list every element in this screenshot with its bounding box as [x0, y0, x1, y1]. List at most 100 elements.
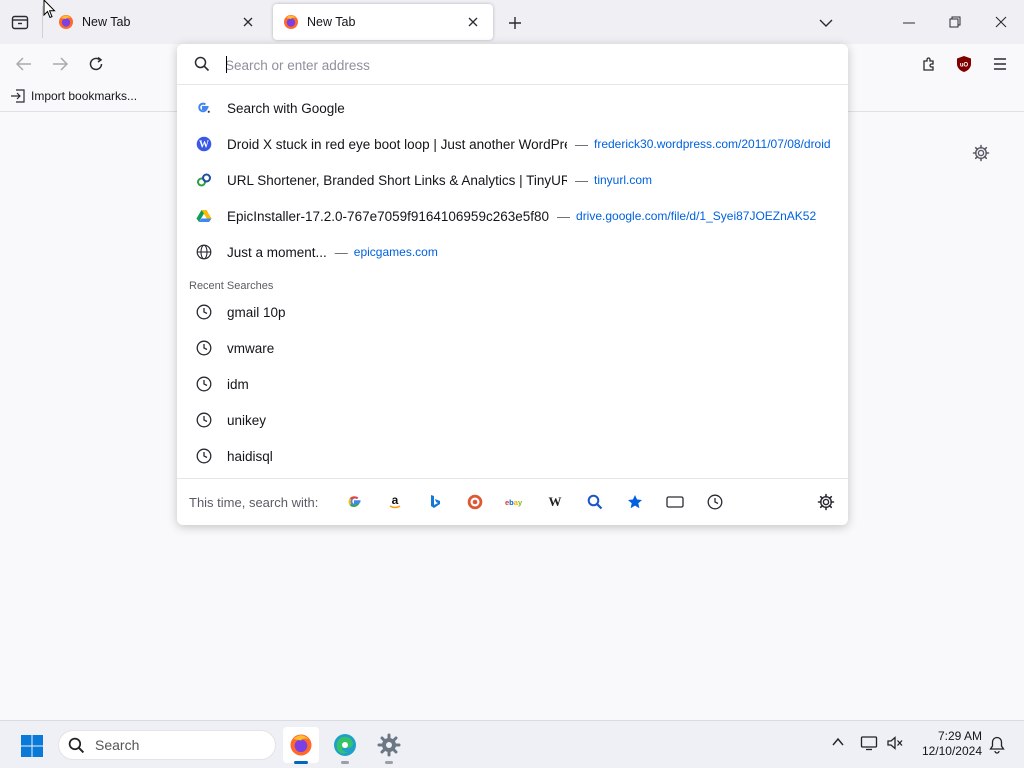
history-clock-icon	[195, 447, 213, 465]
suggestion-url: drive.google.com/file/d/1_Syei87JOEZnAK5…	[576, 209, 817, 223]
ebay-icon[interactable]: ebay	[505, 492, 525, 512]
chevron-down-icon	[819, 19, 833, 27]
svg-text:a: a	[392, 494, 399, 507]
tab-new-tab-2[interactable]: New Tab	[273, 4, 493, 40]
taskbar-search-box[interactable]: Search	[58, 730, 276, 760]
reload-button[interactable]	[82, 50, 110, 78]
duckduckgo-icon[interactable]	[465, 492, 485, 512]
settings-gear-icon	[377, 733, 401, 757]
taskbar-search-label: Search	[95, 737, 140, 753]
firefox-view-icon	[11, 15, 29, 30]
mouse-cursor-icon	[43, 0, 56, 19]
import-icon	[11, 89, 25, 103]
text-caret	[226, 56, 227, 73]
search-icon	[68, 737, 85, 753]
ublock-origin-button[interactable]: uO	[950, 50, 978, 78]
recent-search-label: gmail 10p	[227, 304, 286, 320]
taskbar-settings[interactable]	[371, 727, 407, 764]
amazon-icon[interactable]: a	[385, 492, 405, 512]
import-bookmarks-button[interactable]: Import bookmarks...	[10, 89, 137, 103]
suggestion-url: epicgames.com	[353, 245, 438, 259]
history-icon[interactable]	[705, 492, 725, 512]
svg-text:W: W	[199, 140, 209, 151]
clock-time: 7:29 AM	[937, 729, 982, 743]
svg-text:W: W	[549, 495, 562, 509]
suggestion-url: tinyurl.com	[594, 173, 653, 187]
back-button[interactable]	[10, 50, 38, 78]
edge-icon	[334, 734, 356, 756]
new-tab-button[interactable]	[504, 12, 526, 34]
volume-muted-icon[interactable]	[886, 735, 904, 751]
tab-close-button[interactable]	[463, 12, 483, 32]
taskbar-edge[interactable]	[327, 727, 363, 764]
urlbar-input-row	[177, 44, 848, 85]
recent-search-item[interactable]: haidisql	[185, 440, 840, 472]
google-icon[interactable]	[345, 492, 365, 512]
import-bookmarks-label: Import bookmarks...	[31, 89, 138, 103]
url-input[interactable]	[225, 54, 825, 76]
back-arrow-icon	[16, 57, 31, 71]
start-button[interactable]	[20, 734, 44, 761]
firefox-view-button[interactable]	[8, 11, 32, 33]
wikipedia-icon[interactable]: W	[545, 492, 565, 512]
suggestion-search-with-google[interactable]: Search with Google	[185, 92, 840, 124]
google-drive-icon	[195, 207, 213, 225]
tabs-icon[interactable]	[665, 492, 685, 512]
list-all-tabs-button[interactable]	[815, 12, 837, 34]
recent-search-item[interactable]: unikey	[185, 404, 840, 436]
network-display-icon[interactable]	[860, 735, 878, 751]
plus-icon	[509, 17, 521, 29]
separator-dash: —	[575, 136, 588, 152]
windows-taskbar: Search 7:29 AM 12/10/2024	[0, 720, 1024, 768]
recent-search-item[interactable]: idm	[185, 368, 840, 400]
suggestion-history[interactable]: URL Shortener, Branded Short Links & Ana…	[185, 164, 840, 196]
bookmarks-star-icon[interactable]	[625, 492, 645, 512]
suggestion-label: Just a moment...	[227, 244, 327, 260]
extensions-button[interactable]	[915, 50, 943, 78]
puzzle-icon	[923, 57, 934, 71]
recent-searches-header: Recent Searches	[189, 280, 274, 292]
globe-icon	[195, 243, 213, 261]
recent-search-item[interactable]: vmware	[185, 332, 840, 364]
urlbar-panel: Search with Google W Droid X stuck in re…	[177, 44, 848, 525]
recent-search-label: haidisql	[227, 448, 273, 464]
window-close-button[interactable]	[989, 11, 1013, 33]
recent-search-item[interactable]: gmail 10p	[185, 296, 840, 328]
notification-bell-icon[interactable]	[989, 736, 1005, 754]
running-indicator	[385, 761, 393, 764]
app-menu-button[interactable]	[986, 50, 1014, 78]
minimize-button[interactable]	[897, 12, 921, 34]
suggestion-label: EpicInstaller-17.2.0-767e7059f9164106959…	[227, 208, 550, 224]
gear-icon	[817, 493, 835, 511]
svg-text:ebay: ebay	[505, 498, 523, 507]
suggestion-history[interactable]: EpicInstaller-17.2.0-767e7059f9164106959…	[185, 200, 840, 232]
taskbar-firefox[interactable]	[283, 727, 319, 764]
tab-title: New Tab	[307, 15, 356, 29]
recent-search-label: vmware	[227, 340, 275, 356]
search-icon	[194, 56, 210, 72]
tab-close-button[interactable]	[238, 12, 258, 32]
search-icon[interactable]	[585, 492, 605, 512]
restore-button[interactable]	[943, 11, 967, 33]
search-settings-button[interactable]	[817, 493, 835, 514]
forward-button[interactable]	[46, 50, 74, 78]
chevron-up-icon[interactable]	[831, 735, 845, 749]
one-off-search-bar: This time, search with: a ebay W	[177, 478, 848, 525]
firefox-icon	[59, 15, 73, 29]
recent-search-label: unikey	[227, 412, 267, 428]
suggestion-history[interactable]: W Droid X stuck in red eye boot loop | J…	[185, 128, 840, 160]
wordpress-icon: W	[195, 135, 213, 153]
history-clock-icon	[195, 411, 213, 429]
history-clock-icon	[195, 303, 213, 321]
ublock-shield-icon: uO	[957, 56, 971, 72]
suggestion-label: Droid X stuck in red eye boot loop | Jus…	[227, 136, 567, 152]
suggestion-history[interactable]: Just a moment... — epicgames.com	[185, 236, 840, 268]
tinyurl-icon	[195, 171, 213, 189]
gear-icon	[972, 144, 990, 162]
history-clock-icon	[195, 339, 213, 357]
tab-new-tab-1[interactable]: New Tab	[48, 4, 268, 40]
taskbar-clock[interactable]: 7:29 AM 12/10/2024	[916, 729, 982, 759]
tab-title: New Tab	[82, 15, 131, 29]
bing-icon[interactable]	[425, 492, 445, 512]
personalize-new-tab-button[interactable]	[972, 144, 994, 166]
